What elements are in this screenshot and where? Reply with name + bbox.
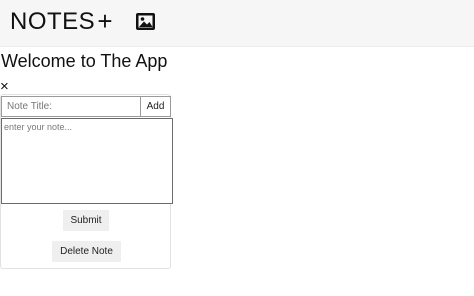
delete-note-button[interactable]: Delete Note <box>52 241 121 262</box>
welcome-heading: Welcome to The App <box>1 51 168 71</box>
add-button[interactable]: Add <box>140 96 171 117</box>
close-icon[interactable]: × <box>0 79 9 94</box>
navbar: NOTES + <box>0 0 474 47</box>
note-title-input[interactable] <box>1 96 140 117</box>
image-icon[interactable] <box>136 13 155 30</box>
plus-icon[interactable]: + <box>95 8 115 34</box>
submit-button[interactable]: Submit <box>63 210 109 231</box>
brand-title: NOTES <box>10 8 96 35</box>
note-textarea[interactable] <box>1 118 173 204</box>
